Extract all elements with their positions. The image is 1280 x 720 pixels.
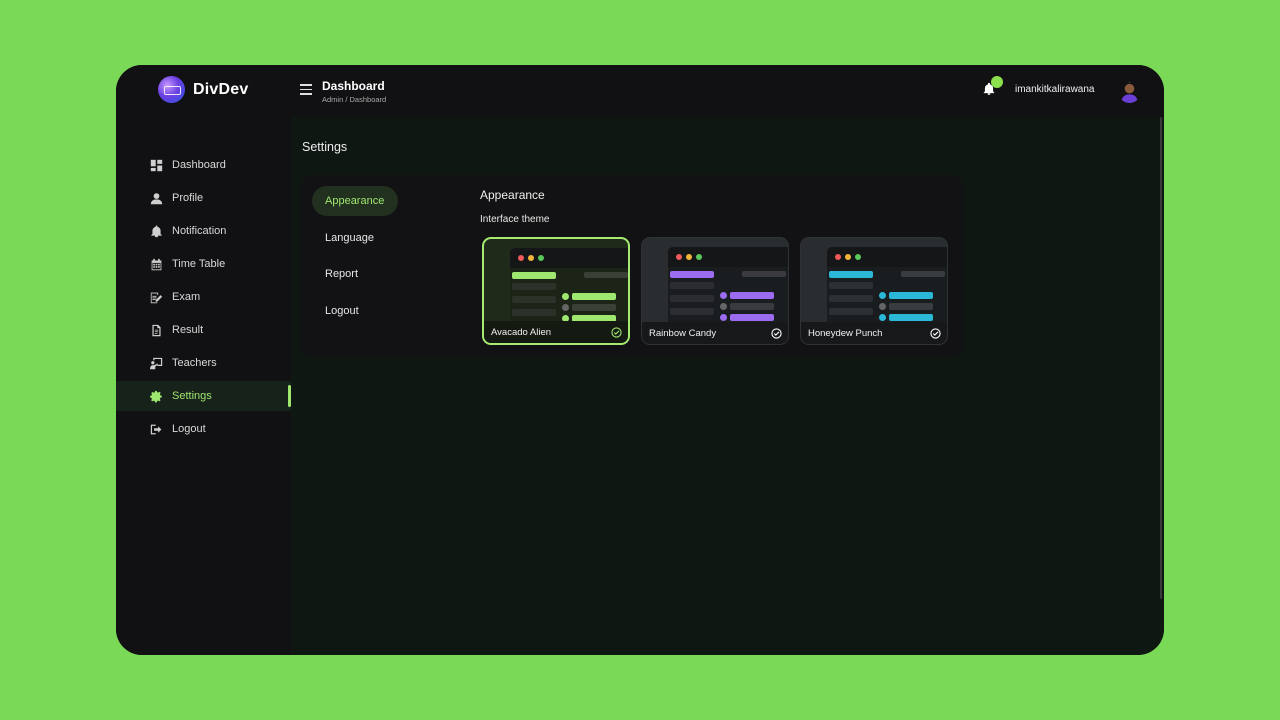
sidebar-item-label: Notification <box>172 225 227 237</box>
check-circle-icon <box>771 328 782 339</box>
sidebar-item-label: Profile <box>172 192 204 204</box>
user-icon <box>150 192 163 205</box>
avatar-person-icon <box>1118 80 1141 103</box>
chalkboard-teacher-icon <box>150 357 163 370</box>
sidebar-item-logout[interactable]: Logout <box>116 414 291 444</box>
vertical-scrollbar[interactable] <box>1160 117 1162 599</box>
theme-card-honeydew-punch[interactable]: Honeydew Punch <box>800 237 948 345</box>
check-circle-icon <box>930 328 941 339</box>
sidebar-item-label: Result <box>172 324 204 336</box>
pane-subtitle: Interface theme <box>480 214 550 225</box>
theme-preview <box>668 247 788 322</box>
page-heading: Dashboard Admin / Dashboard <box>322 79 386 104</box>
brand-name: DivDev <box>193 80 249 98</box>
app-window: DivDev Dashboard Admin / Dashboard imank… <box>116 65 1164 655</box>
logout-icon <box>150 423 163 436</box>
theme-name: Rainbow Candy <box>642 322 788 344</box>
hamburger-menu-icon[interactable] <box>300 84 312 95</box>
bell-icon <box>150 224 163 238</box>
settings-card: Appearance Language Report Logout Appear… <box>301 175 963 357</box>
theme-preview <box>827 247 947 322</box>
sidebar-item-dashboard[interactable]: Dashboard <box>116 150 291 180</box>
sidebar-item-exam[interactable]: Exam <box>116 282 291 312</box>
sidebar-item-settings[interactable]: Settings <box>116 381 291 411</box>
edit-document-icon <box>150 291 163 304</box>
tab-logout[interactable]: Logout <box>312 296 398 326</box>
sidebar: Dashboard Profile Notification Time Tabl… <box>116 117 291 655</box>
sidebar-item-time-table[interactable]: Time Table <box>116 249 291 279</box>
username-label[interactable]: imankitkalirawana <box>1015 84 1094 95</box>
file-icon <box>150 324 163 337</box>
sidebar-item-label: Teachers <box>172 357 217 369</box>
top-bar: DivDev Dashboard Admin / Dashboard imank… <box>116 65 1164 117</box>
sidebar-item-label: Logout <box>172 423 206 435</box>
notification-bell-icon[interactable] <box>982 76 1003 99</box>
pane-title: Appearance <box>480 188 545 202</box>
theme-card-rainbow-candy[interactable]: Rainbow Candy <box>641 237 789 345</box>
sidebar-item-teachers[interactable]: Teachers <box>116 348 291 378</box>
notification-badge <box>991 76 1003 88</box>
theme-name: Avacado Alien <box>484 321 628 343</box>
breadcrumb: Admin / Dashboard <box>322 95 387 104</box>
sidebar-item-result[interactable]: Result <box>116 315 291 345</box>
brand-logo-icon <box>158 76 185 103</box>
sidebar-item-profile[interactable]: Profile <box>116 183 291 213</box>
theme-card-avacado-alien[interactable]: Avacado Alien <box>482 237 630 345</box>
sidebar-item-label: Dashboard <box>172 159 226 171</box>
gear-icon <box>150 390 163 403</box>
sidebar-item-label: Time Table <box>172 258 226 270</box>
main-content: Settings Appearance Language Report Logo… <box>291 117 1164 655</box>
tab-appearance[interactable]: Appearance <box>312 186 398 216</box>
sidebar-item-label: Exam <box>172 291 201 303</box>
dashboard-icon <box>150 159 163 172</box>
section-title: Settings <box>302 140 348 154</box>
theme-name: Honeydew Punch <box>801 322 947 344</box>
check-circle-icon <box>611 327 622 338</box>
brand[interactable]: DivDev <box>158 76 248 103</box>
tab-report[interactable]: Report <box>312 259 398 289</box>
sidebar-item-notification[interactable]: Notification <box>116 216 291 246</box>
theme-preview <box>510 248 628 323</box>
page-title: Dashboard <box>322 79 385 93</box>
tab-language[interactable]: Language <box>312 223 398 253</box>
user-avatar[interactable] <box>1118 80 1141 103</box>
sidebar-item-label: Settings <box>172 390 212 402</box>
calendar-icon <box>150 258 163 271</box>
